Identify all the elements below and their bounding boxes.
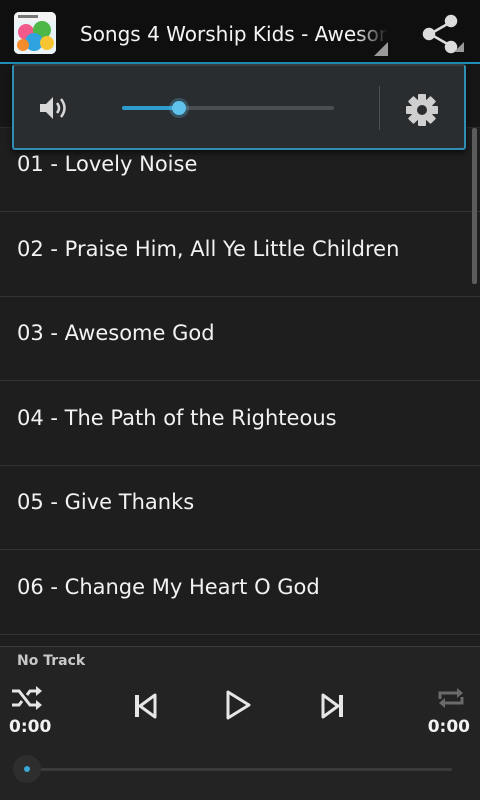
song-title: 05 - Give Thanks <box>17 490 195 514</box>
action-bar: Songs 4 Worship Kids - Awesome God <box>0 0 480 64</box>
seek-thumb[interactable] <box>13 755 41 783</box>
song-title: 03 - Awesome God <box>17 321 215 345</box>
total-time: 0:00 <box>427 717 470 737</box>
play-icon[interactable] <box>224 689 252 721</box>
song-item[interactable]: 03 - Awesome God <box>0 297 480 381</box>
elapsed-time: 0:00 <box>9 717 52 737</box>
list-scrollbar[interactable] <box>472 128 477 284</box>
song-item[interactable]: 02 - Praise Him, All Ye Little Children <box>0 213 480 297</box>
share-overflow-indicator-icon <box>454 42 464 52</box>
volume-slider-thumb[interactable] <box>172 101 187 115</box>
popup-divider <box>379 86 380 130</box>
song-list[interactable]: 01 - Lovely Noise 02 - Praise Him, All Y… <box>0 128 480 646</box>
shuffle-icon[interactable] <box>10 685 44 711</box>
app-title: Songs 4 Worship Kids - Awesome God <box>80 22 388 46</box>
spinner-indicator-icon <box>374 42 388 56</box>
album-art-icon[interactable] <box>14 12 56 54</box>
seek-thumb-dot <box>24 766 30 772</box>
volume-slider[interactable] <box>122 101 334 115</box>
song-title: 04 - The Path of the Righteous <box>17 406 337 430</box>
now-playing-label: No Track <box>17 653 86 669</box>
volume-slider-fill <box>122 106 180 110</box>
song-item[interactable]: 04 - The Path of the Righteous <box>0 382 480 466</box>
song-title: 02 - Praise Him, All Ye Little Children <box>17 237 400 261</box>
player-bar: No Track 0:00 0:00 <box>0 646 480 800</box>
speaker-icon[interactable] <box>38 94 72 122</box>
gear-icon[interactable] <box>402 90 442 130</box>
song-item[interactable]: 06 - Change My Heart O God <box>0 551 480 635</box>
seek-bar[interactable] <box>24 768 452 771</box>
song-title: 06 - Change My Heart O God <box>17 575 320 599</box>
song-title: 01 - Lovely Noise <box>17 152 198 176</box>
volume-popup <box>12 64 466 150</box>
previous-icon[interactable] <box>132 693 158 719</box>
song-item[interactable]: 05 - Give Thanks <box>0 466 480 550</box>
app-title-spinner[interactable]: Songs 4 Worship Kids - Awesome God <box>80 20 388 50</box>
next-icon[interactable] <box>320 693 346 719</box>
repeat-icon[interactable] <box>436 685 466 711</box>
